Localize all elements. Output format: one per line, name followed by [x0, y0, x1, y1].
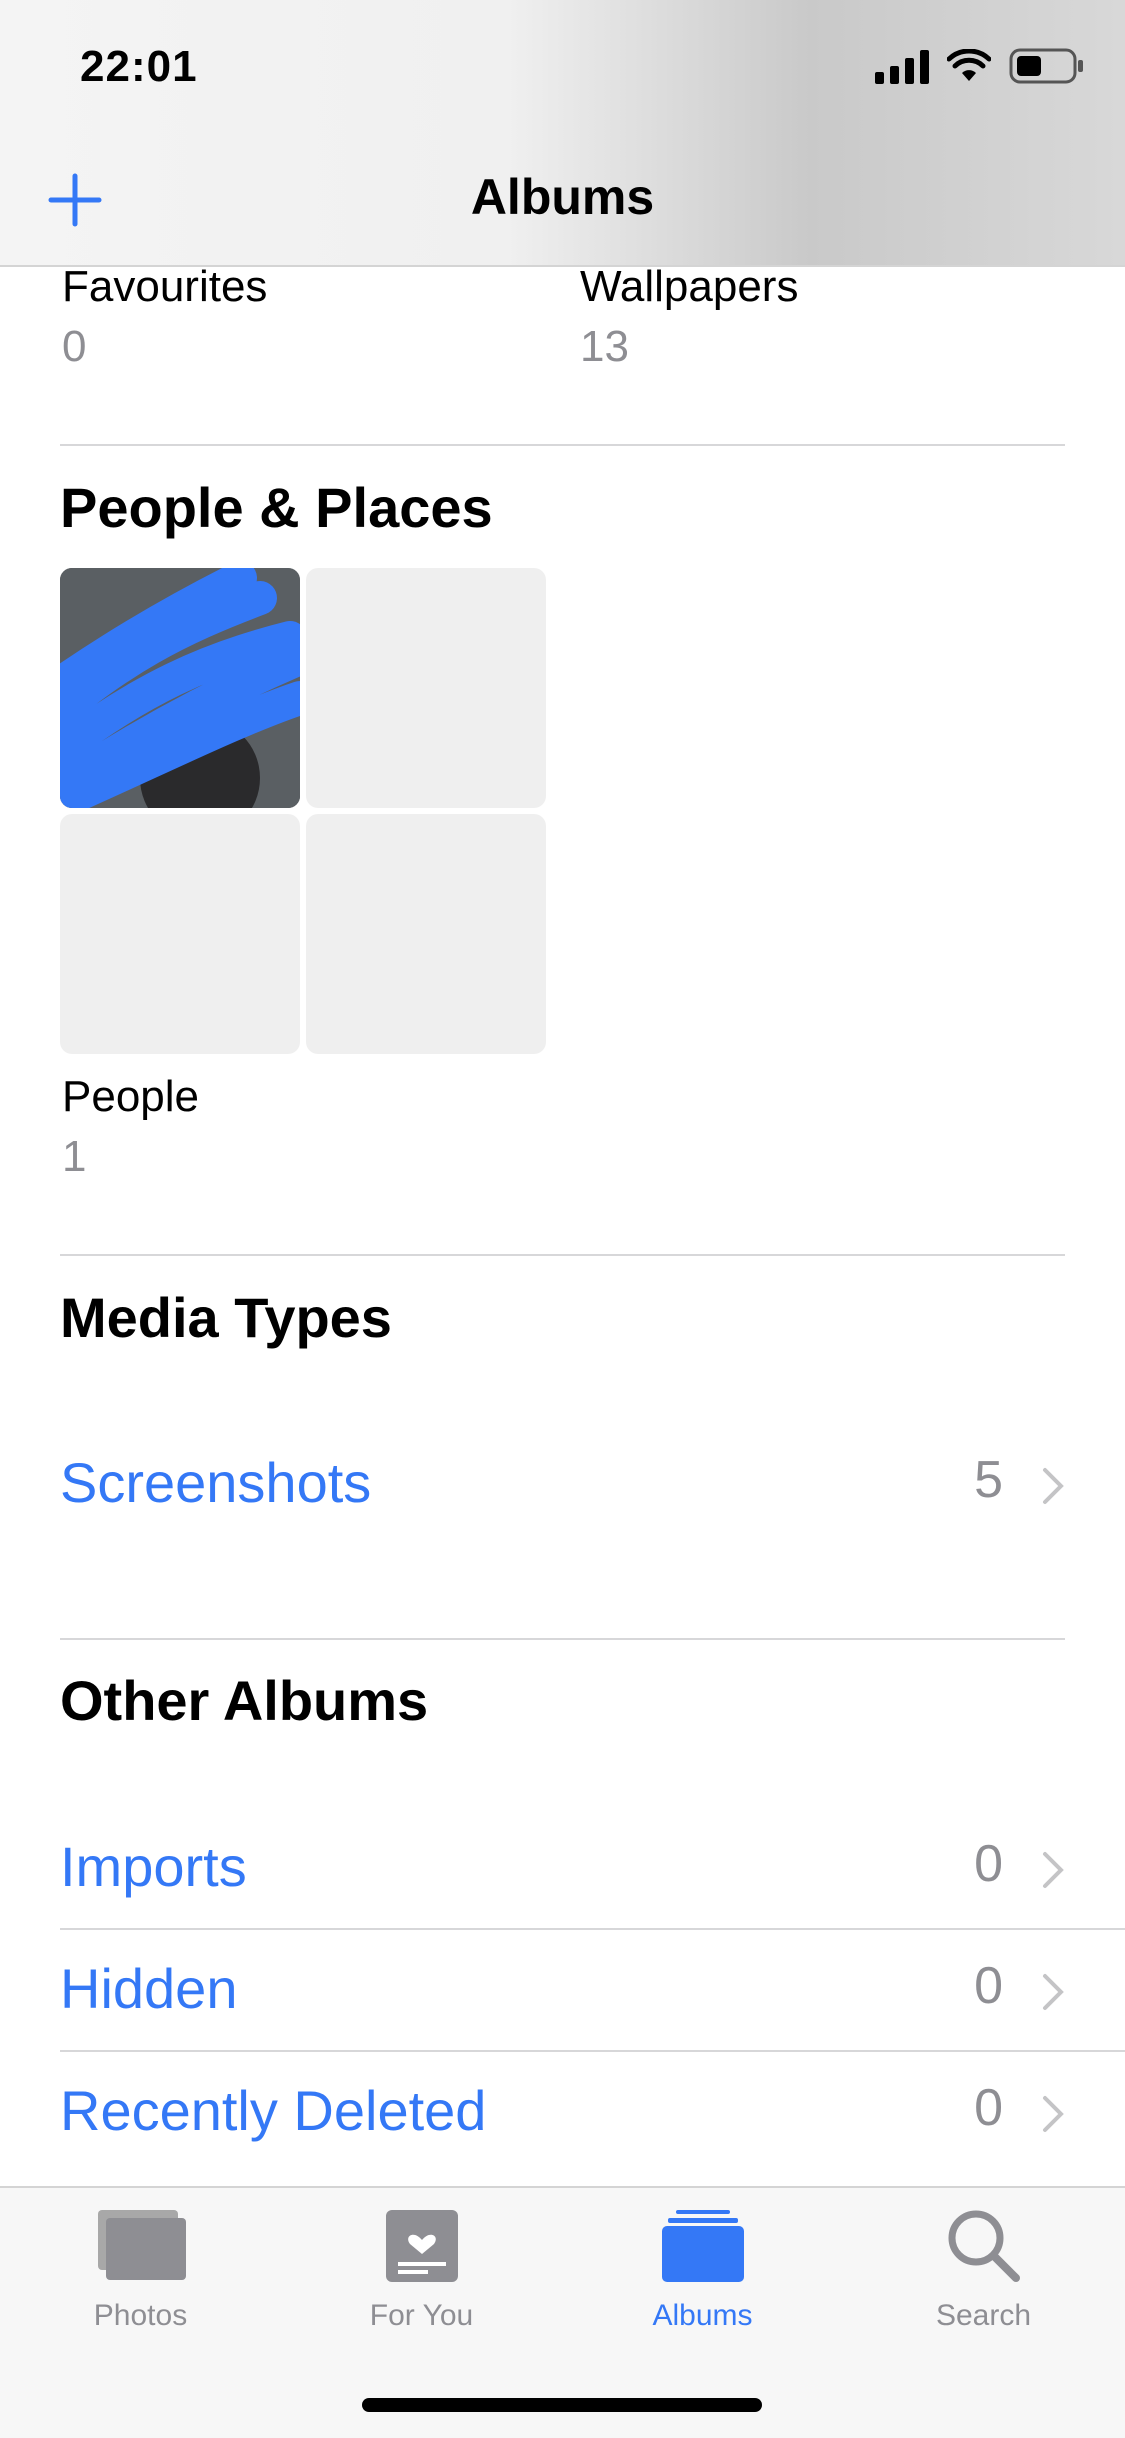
people-tile-empty	[306, 568, 546, 808]
row-separator	[60, 1928, 1125, 1930]
list-item-hidden[interactable]: Hidden 0	[60, 1956, 1065, 2026]
list-item-label: Screenshots	[60, 1451, 372, 1514]
for-you-icon	[385, 2210, 458, 2282]
list-item-recently-deleted[interactable]: Recently Deleted 0	[60, 2078, 1065, 2148]
top-bar: 22:01 Albums	[0, 0, 1125, 267]
album-favourites[interactable]: Favourites 0	[62, 262, 267, 372]
tab-albums[interactable]: Albums	[562, 2208, 843, 2333]
section-divider	[60, 444, 1065, 446]
list-item-label: Imports	[60, 1835, 247, 1898]
chevron-right-icon	[1043, 1468, 1064, 1504]
list-item-count: 0	[974, 2079, 1003, 2137]
row-separator	[60, 2050, 1125, 2052]
list-item-imports[interactable]: Imports 0	[60, 1834, 1065, 1904]
cellular-signal-icon	[875, 48, 929, 84]
album-name: People	[62, 1072, 200, 1121]
list-item-count: 0	[974, 1957, 1003, 2015]
section-divider	[60, 1254, 1065, 1256]
home-indicator[interactable]	[362, 2398, 762, 2412]
tab-photos[interactable]: Photos	[0, 2208, 281, 2333]
people-album-caption: People 1	[62, 1072, 199, 1182]
album-name: Wallpapers	[580, 262, 799, 311]
tab-search[interactable]: Search	[843, 2208, 1124, 2333]
chevron-right-icon	[1043, 1974, 1064, 2010]
section-divider	[60, 1638, 1065, 1640]
album-name: Favourites	[62, 262, 268, 311]
status-icons	[875, 48, 1085, 84]
person-thumbnail	[60, 568, 300, 808]
album-count: 13	[580, 322, 629, 371]
battery-icon	[1009, 48, 1083, 84]
tab-label: For You	[369, 2299, 474, 2332]
people-tile-empty	[60, 814, 300, 1054]
list-item-screenshots[interactable]: Screenshots 5	[60, 1450, 1065, 1520]
chevron-right-icon	[1043, 2096, 1064, 2132]
list-item-label: Recently Deleted	[60, 2079, 487, 2142]
albums-icon	[661, 2210, 744, 2282]
page-title: Albums	[470, 169, 655, 225]
album-count: 1	[62, 1132, 87, 1181]
tab-for-you[interactable]: For You	[281, 2208, 562, 2333]
tab-label: Search	[935, 2299, 1032, 2332]
redaction-scribble-icon	[60, 568, 300, 808]
search-icon	[948, 2210, 1020, 2282]
list-item-label: Hidden	[60, 1957, 238, 2020]
list-item-count: 0	[974, 1835, 1003, 1893]
status-time: 22:01	[80, 42, 198, 91]
section-title-other-albums: Other Albums	[60, 1669, 429, 1732]
section-title-media-types: Media Types	[60, 1286, 392, 1349]
tab-label: Photos	[93, 2299, 188, 2332]
chevron-right-icon	[1043, 1852, 1064, 1888]
people-tile-empty	[306, 814, 546, 1054]
section-title-people-places: People & Places	[60, 476, 493, 539]
album-count: 0	[62, 322, 87, 371]
album-wallpapers[interactable]: Wallpapers 13	[580, 262, 798, 372]
photos-icon	[97, 2210, 186, 2280]
tab-label: Albums	[652, 2299, 753, 2332]
list-item-count: 5	[974, 1451, 1003, 1509]
wifi-icon	[947, 49, 991, 81]
